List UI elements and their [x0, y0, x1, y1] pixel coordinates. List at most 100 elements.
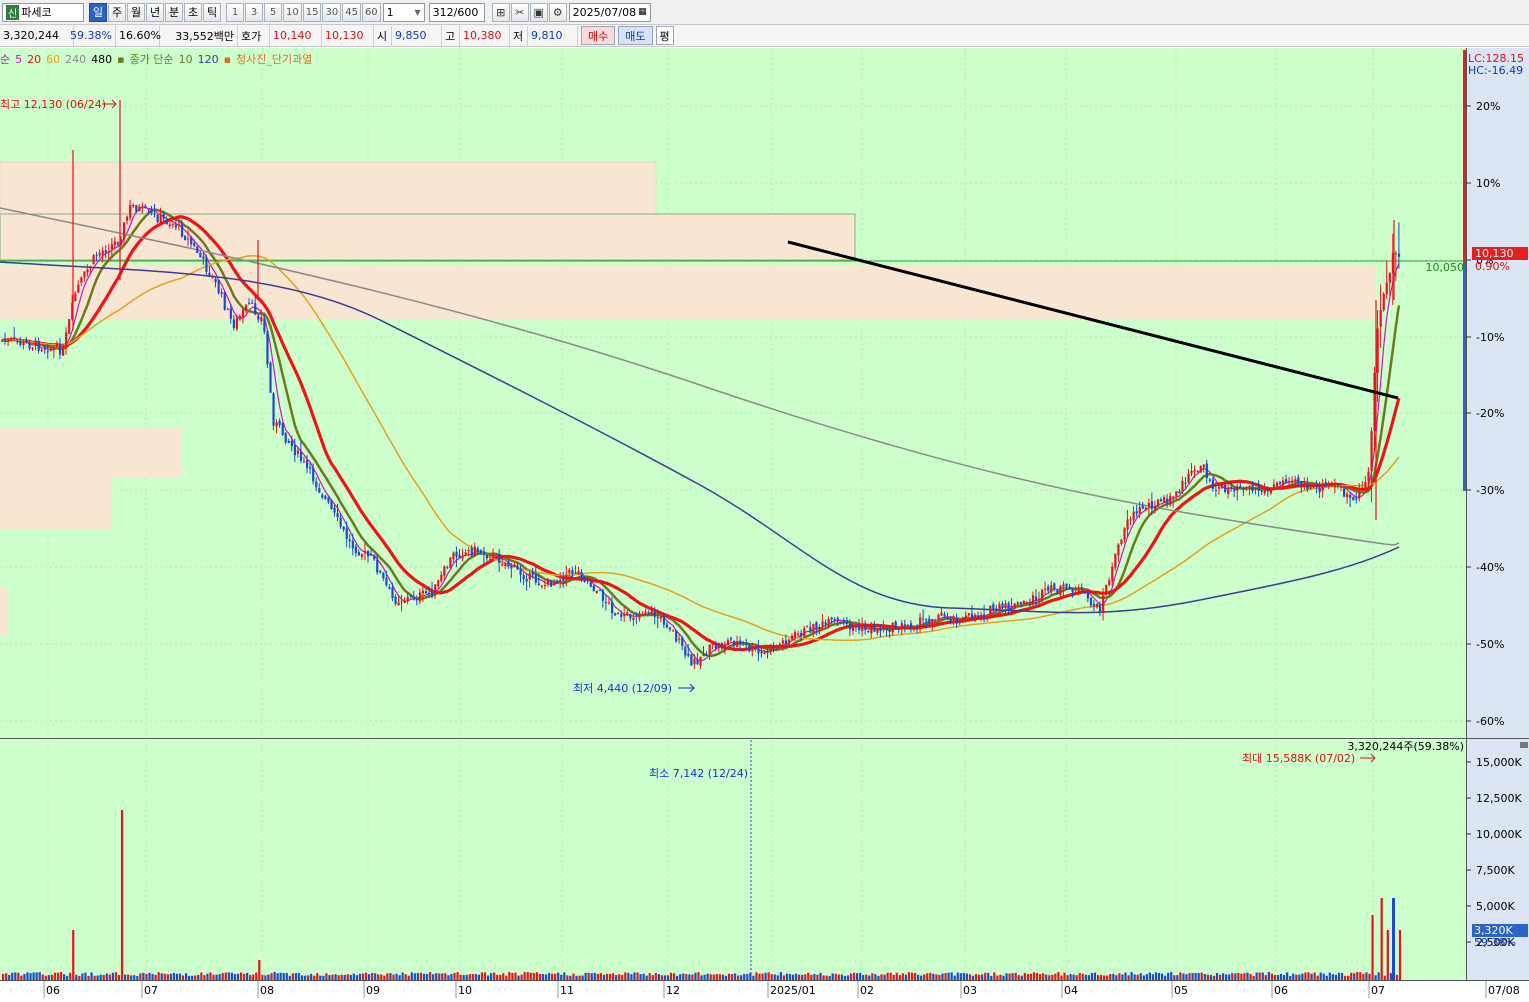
candle-body — [952, 616, 955, 620]
candle-body — [434, 584, 437, 595]
volume-bar — [1197, 973, 1200, 980]
ma-10-label[interactable]: 10 — [179, 53, 193, 66]
period-month-button[interactable]: 월 — [127, 2, 145, 22]
volume-bar — [529, 972, 532, 980]
candle-body — [824, 622, 827, 625]
volume-bar — [422, 973, 426, 980]
volume-bar — [648, 973, 651, 980]
volume-bar — [246, 972, 249, 980]
volume-bar — [1188, 973, 1191, 980]
candle-body — [406, 596, 409, 601]
volume-bar — [361, 973, 365, 980]
period-tick-button[interactable]: 틱 — [203, 2, 221, 22]
volume-bar — [1020, 975, 1023, 980]
range-value: 312 — [432, 5, 454, 19]
percent-tick-label: -30% — [1476, 484, 1504, 497]
period-minute-button[interactable]: 분 — [165, 2, 183, 22]
volume-bar — [1093, 972, 1097, 980]
interval-3-button[interactable]: 3 — [245, 2, 263, 22]
volume-bar — [1344, 975, 1347, 980]
volume-bar — [477, 974, 480, 980]
candle-body — [293, 445, 296, 456]
volume-bar — [764, 972, 767, 980]
volume-bar — [511, 973, 514, 980]
candle-body — [440, 574, 443, 581]
date-field[interactable]: 2025/07/08 ▦ — [568, 2, 651, 22]
percent-tick-label: -10% — [1476, 331, 1504, 344]
percent-tick-label: -60% — [1476, 715, 1504, 728]
volume-bar — [1316, 975, 1319, 980]
volume-bar — [737, 975, 740, 980]
panel-resize-handle[interactable] — [1520, 742, 1528, 748]
interval-10-button[interactable]: 10 — [283, 2, 302, 22]
ma-5-label[interactable]: 5 — [15, 53, 22, 66]
candle-body — [958, 622, 961, 624]
interval-45-button[interactable]: 45 — [342, 2, 361, 22]
period-second-button[interactable]: 초 — [184, 2, 202, 22]
volume-bar — [700, 975, 703, 980]
candle-body — [873, 624, 876, 632]
volume-tick-label: 12,500K — [1476, 792, 1522, 805]
candle-body — [818, 627, 821, 632]
candle-body — [251, 302, 254, 304]
draw-tool-icon[interactable]: ✂ — [510, 2, 529, 22]
chevron-down-icon[interactable]: ▼ — [415, 8, 421, 17]
period-day-button[interactable]: 일 — [89, 2, 107, 22]
count-select[interactable]: 1 ▼ — [382, 2, 425, 22]
volume-bar — [191, 975, 194, 980]
average-button[interactable]: 평 — [655, 26, 674, 45]
period-year-button[interactable]: 년 — [146, 2, 164, 22]
candle-body — [787, 639, 791, 645]
ma-480-label[interactable]: 480 — [91, 53, 112, 66]
candle-body — [1333, 483, 1337, 488]
volume-bar — [188, 975, 191, 980]
volume-bar — [505, 975, 508, 980]
calendar-icon[interactable]: ▦ — [638, 7, 647, 17]
volume-bar — [480, 972, 484, 980]
volume-bar — [913, 972, 917, 980]
volume-bar — [1252, 975, 1255, 980]
volume-bar — [587, 972, 590, 980]
chart-settings-icon[interactable]: ⊞ — [491, 2, 510, 22]
sell-button[interactable]: 매도 — [618, 26, 653, 45]
volume-bar — [825, 975, 828, 980]
interval-30-button[interactable]: 30 — [322, 2, 342, 22]
gear-icon[interactable]: ⚙ — [548, 2, 567, 22]
volume-bar — [599, 973, 602, 980]
interval-15-button[interactable]: 15 — [302, 2, 322, 22]
ma-120-label[interactable]: 120 — [198, 53, 219, 66]
volume-bar — [1237, 972, 1240, 980]
stock-name-field[interactable]: 신 파세코 — [2, 2, 84, 22]
ma-240-label[interactable]: 240 — [65, 53, 86, 66]
ma-60-label[interactable]: 60 — [46, 53, 60, 66]
range-field[interactable]: 312 /600 — [428, 2, 485, 22]
period-week-button[interactable]: 주 — [108, 2, 126, 22]
candle-body — [989, 605, 992, 615]
interval-60-button[interactable]: 60 — [361, 2, 381, 22]
volume-bar — [572, 973, 575, 980]
candle-body — [513, 564, 516, 568]
volume-bar — [413, 973, 416, 980]
volume-bar — [673, 973, 676, 980]
volume-bar — [1273, 975, 1277, 980]
volume-bar — [734, 973, 737, 980]
volume-ratio: 59.38% — [70, 25, 116, 46]
save-icon[interactable]: ▣ — [529, 2, 548, 22]
ma-20-label[interactable]: 20 — [27, 53, 41, 66]
volume-bar — [1182, 973, 1185, 980]
candle-body — [388, 587, 391, 590]
stock-chart[interactable]: 최고 12,130 (06/24) 최저 4,440 (12/09) 최소 7,… — [0, 48, 1529, 1002]
interval-5-button[interactable]: 5 — [264, 2, 282, 22]
candle-body — [897, 629, 900, 631]
buy-button[interactable]: 매수 — [581, 26, 616, 45]
volume-bar — [1042, 973, 1045, 980]
signal-label[interactable]: 청사진_단기과열 — [236, 53, 312, 66]
candle-body — [1120, 539, 1123, 544]
volume-bar — [258, 960, 261, 980]
volume-bar — [554, 973, 557, 980]
volume-bar — [1054, 973, 1057, 980]
signal-bullet-icon: ▪ — [223, 53, 232, 66]
candle-body — [156, 214, 159, 223]
interval-1-button[interactable]: 1 — [226, 2, 244, 22]
candle-body — [662, 614, 666, 625]
